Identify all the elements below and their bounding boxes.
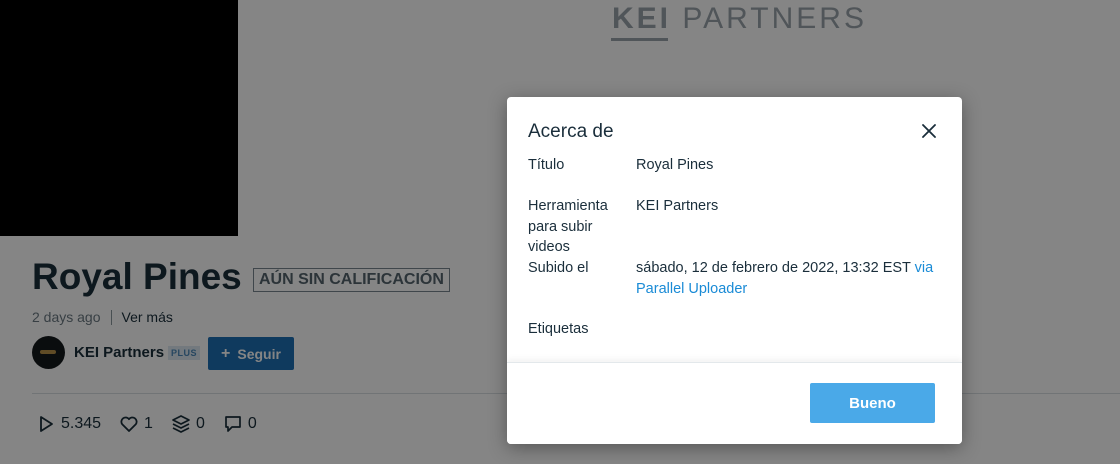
upload-date: sábado, 12 de febrero de 2022, 13:32 EST	[636, 260, 911, 276]
dialog-body: Título Royal Pines Herramienta para subi…	[507, 155, 962, 361]
dialog-footer: Bueno	[507, 362, 962, 444]
close-icon[interactable]	[919, 121, 939, 141]
field-value: Royal Pines	[636, 157, 714, 173]
field-label: Subido el	[528, 260, 589, 276]
field-label: Herramienta para subir videos	[528, 198, 608, 256]
field-label: Etiquetas	[528, 321, 589, 337]
field-value: KEI Partners	[636, 198, 719, 214]
about-dialog: Acerca de Título Royal Pines Herramienta…	[507, 97, 962, 444]
field-label: Título	[528, 157, 565, 173]
ok-button[interactable]: Bueno	[810, 383, 935, 423]
field-value: sábado, 12 de febrero de 2022, 13:32 EST…	[636, 258, 948, 299]
dialog-title: Acerca de	[528, 121, 614, 142]
